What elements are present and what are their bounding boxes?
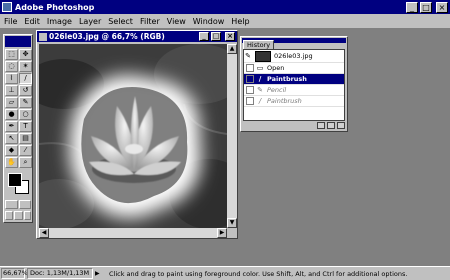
paint-bucket-icon[interactable]: ◆ bbox=[5, 145, 18, 156]
menu-select[interactable]: Select bbox=[108, 17, 133, 26]
standard-mode-button[interactable] bbox=[5, 200, 18, 209]
history-list: ✎ 026le03.jpg ▭ Open / Paintbrush ✎ Penc… bbox=[243, 49, 345, 121]
gradient-icon[interactable]: ▤ bbox=[19, 133, 32, 144]
pen-icon[interactable]: ✒ bbox=[5, 121, 18, 132]
full-screen-menu-button[interactable] bbox=[14, 211, 23, 220]
zoom-icon[interactable]: ⌕ bbox=[19, 157, 32, 168]
scroll-up-arrow-icon[interactable]: ▲ bbox=[227, 44, 237, 54]
history-palette: History ✎ 026le03.jpg ▭ Open / Paintbrus… bbox=[240, 36, 348, 132]
eyedropper-icon[interactable]: ⁄ bbox=[19, 145, 32, 156]
history-state-active[interactable]: / Paintbrush bbox=[244, 74, 344, 85]
lasso-icon[interactable]: ◌ bbox=[5, 61, 18, 72]
app-titlebar: Adobe Photoshop _ □ × bbox=[0, 0, 450, 14]
maximize-button[interactable]: □ bbox=[420, 1, 432, 13]
toolbox: ⬚ ✥ ◌ ✶ ⌇ / ⊥ ↺ ▱ ✎ ● ○ ✒ T ↖ ▤ ◆ ⁄ ✋ ⌕ bbox=[3, 34, 33, 223]
doc-maximize-button[interactable]: □ bbox=[211, 32, 221, 41]
paintbrush-icon[interactable]: / bbox=[19, 73, 32, 84]
brush-icon: / bbox=[258, 97, 262, 105]
document-icon bbox=[39, 32, 47, 41]
foreground-color-swatch[interactable] bbox=[8, 173, 22, 187]
history-state-label: Paintbrush bbox=[267, 97, 302, 105]
history-state-label: Paintbrush bbox=[267, 75, 307, 83]
document-title: 026le03.jpg @ 66,7% (RGB) bbox=[49, 32, 165, 41]
minimize-button[interactable]: _ bbox=[406, 1, 418, 13]
pencil-icon[interactable]: ✎ bbox=[19, 97, 32, 108]
scroll-right-arrow-icon[interactable]: ▶ bbox=[217, 228, 227, 238]
document-window: 026le03.jpg @ 66,7% (RGB) _ □ × ▲ ▼ ◀ ▶ bbox=[36, 30, 238, 239]
doc-close-button[interactable]: × bbox=[225, 32, 235, 41]
history-tab[interactable]: History bbox=[243, 40, 275, 49]
quickmask-mode-button[interactable] bbox=[18, 200, 31, 209]
new-document-icon[interactable] bbox=[317, 122, 325, 129]
snapshot-thumbnail bbox=[255, 50, 271, 62]
eraser-icon[interactable]: ▱ bbox=[5, 97, 18, 108]
doc-size-info: Doc: 1,13M/1,13M bbox=[27, 268, 93, 279]
history-state-label: Pencil bbox=[267, 86, 287, 94]
horizontal-scrollbar[interactable]: ◀ ▶ bbox=[39, 228, 227, 238]
menubar: File Edit Image Layer Select Filter View… bbox=[0, 14, 450, 28]
history-source-checkbox[interactable] bbox=[246, 64, 254, 72]
status-bar: 66,67% Doc: 1,13M/1,13M ▶ Click and drag… bbox=[0, 266, 450, 280]
history-source-checkbox[interactable] bbox=[246, 75, 254, 83]
menu-edit[interactable]: Edit bbox=[24, 17, 40, 26]
history-source-checkbox[interactable] bbox=[246, 86, 254, 94]
marquee-icon[interactable]: ⬚ bbox=[5, 49, 18, 60]
screen-modes bbox=[4, 210, 32, 221]
tool-grid: ⬚ ✥ ◌ ✶ ⌇ / ⊥ ↺ ▱ ✎ ● ○ ✒ T ↖ ▤ ◆ ⁄ ✋ ⌕ bbox=[4, 48, 32, 169]
dodge-icon[interactable]: ○ bbox=[19, 109, 32, 120]
history-brush-source-icon[interactable]: ✎ bbox=[244, 52, 252, 60]
doc-minimize-button[interactable]: _ bbox=[199, 32, 209, 41]
scroll-left-arrow-icon[interactable]: ◀ bbox=[39, 228, 49, 238]
history-state[interactable]: / Paintbrush bbox=[244, 96, 344, 107]
history-state[interactable]: ▭ Open bbox=[244, 63, 344, 74]
scroll-down-arrow-icon[interactable]: ▼ bbox=[227, 218, 237, 228]
app-title: Adobe Photoshop bbox=[15, 2, 95, 12]
menu-image[interactable]: Image bbox=[47, 17, 72, 26]
measure-icon[interactable]: ↖ bbox=[5, 133, 18, 144]
document-titlebar[interactable]: 026le03.jpg @ 66,7% (RGB) _ □ × bbox=[37, 31, 237, 42]
standard-screen-button[interactable] bbox=[5, 211, 14, 220]
history-snapshot[interactable]: ✎ 026le03.jpg bbox=[244, 50, 344, 63]
water-lily-image bbox=[39, 44, 227, 228]
history-source-checkbox[interactable] bbox=[246, 97, 254, 105]
menu-file[interactable]: File bbox=[4, 17, 17, 26]
zoom-field[interactable]: 66,67% bbox=[1, 268, 28, 279]
history-state-label: Open bbox=[267, 64, 285, 72]
color-swatches bbox=[6, 171, 30, 197]
toolbox-titlebar[interactable] bbox=[5, 36, 31, 47]
menu-window[interactable]: Window bbox=[193, 17, 225, 26]
status-menu-arrow-icon[interactable]: ▶ bbox=[95, 270, 103, 277]
full-screen-button[interactable] bbox=[23, 211, 31, 220]
magic-wand-icon[interactable]: ✶ bbox=[19, 61, 32, 72]
mask-modes bbox=[4, 199, 32, 210]
new-snapshot-icon[interactable] bbox=[327, 122, 335, 129]
status-message: Click and drag to paint using foreground… bbox=[109, 269, 408, 278]
history-footer bbox=[243, 122, 345, 130]
history-state[interactable]: ✎ Pencil bbox=[244, 85, 344, 96]
history-brush-icon[interactable]: ↺ bbox=[19, 85, 32, 96]
pencil-icon: ✎ bbox=[257, 86, 263, 94]
blur-icon[interactable]: ● bbox=[5, 109, 18, 120]
menu-layer[interactable]: Layer bbox=[79, 17, 101, 26]
rubber-stamp-icon[interactable]: ⊥ bbox=[5, 85, 18, 96]
menu-filter[interactable]: Filter bbox=[140, 17, 160, 26]
close-button[interactable]: × bbox=[436, 1, 448, 13]
vertical-scrollbar[interactable]: ▲ ▼ bbox=[227, 44, 237, 228]
airbrush-icon[interactable]: ⌇ bbox=[5, 73, 18, 84]
image-canvas[interactable] bbox=[39, 44, 227, 228]
snapshot-label: 026le03.jpg bbox=[274, 52, 313, 60]
photoshop-app-icon bbox=[2, 2, 12, 12]
document-icon: ▭ bbox=[256, 64, 264, 72]
type-icon[interactable]: T bbox=[19, 121, 32, 132]
move-icon[interactable]: ✥ bbox=[19, 49, 32, 60]
trash-icon[interactable] bbox=[337, 122, 345, 129]
menu-view[interactable]: View bbox=[167, 17, 186, 26]
menu-help[interactable]: Help bbox=[231, 17, 249, 26]
hand-icon[interactable]: ✋ bbox=[5, 157, 18, 168]
brush-icon: / bbox=[258, 75, 262, 83]
